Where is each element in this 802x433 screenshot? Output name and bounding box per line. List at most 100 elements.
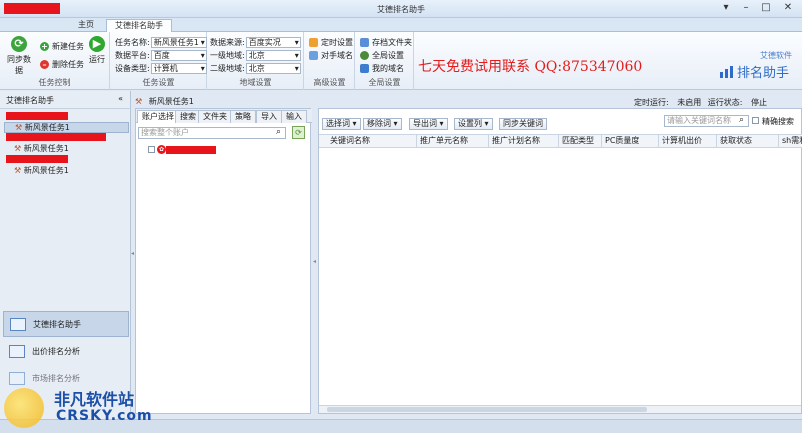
left-panel: 艾德排名助手 « ⚒ 新风景任务1 ⚒ 新风景任务1 ⚒ 新风景任务1 艾德排名…: [0, 91, 131, 429]
tab-ranking-assistant[interactable]: 艾德排名助手: [106, 19, 172, 33]
left-panel-title: 艾德排名助手: [6, 96, 54, 105]
run-button[interactable]: ▶ 运行: [86, 36, 108, 65]
splitter-handle[interactable]: ◂: [313, 258, 316, 265]
redacted-account: [166, 146, 216, 154]
horizontal-scrollbar[interactable]: [319, 405, 801, 413]
timer-settings-button[interactable]: 定时设置: [309, 37, 353, 48]
nav-ranking-assistant[interactable]: 艾德排名助手: [3, 311, 129, 337]
column-header[interactable]: sh需利: [779, 135, 802, 147]
menu-dropdown-button[interactable]: ▾: [716, 2, 736, 15]
data-source-label: 数据来源:: [210, 38, 245, 47]
tab-folder[interactable]: 文件夹: [198, 110, 232, 123]
global-settings-button[interactable]: 全局设置: [360, 50, 404, 61]
gear-icon: [360, 51, 369, 60]
nav-label: 出价排名分析: [32, 346, 80, 356]
bar-chart-icon: [720, 65, 733, 78]
play-icon: ▶: [89, 36, 105, 52]
app-title: 艾德排名助手: [377, 5, 425, 14]
tree-item-label: 新风景任务1: [24, 123, 70, 132]
group-task-control: ⟳ 同步数据 + 新建任务 – 删除任务 ▶ 运行 任务控制: [0, 32, 110, 90]
keyword-panel: 选择词 ▾ 移除词 ▾ 导出词 ▾ 设置列 ▾ 同步关键词 请输入关键词名称 ⌕…: [318, 108, 802, 414]
delete-task-label: 删除任务: [52, 60, 84, 69]
tree-item-task[interactable]: ⚒ 新风景任务1: [14, 143, 69, 154]
refresh-button[interactable]: ⟳: [292, 126, 305, 139]
tab-home[interactable]: 主页: [70, 19, 102, 32]
data-source-select[interactable]: 百度实况: [245, 37, 301, 48]
account-checkbox[interactable]: [148, 146, 155, 153]
folder-label: 存档文件夹: [372, 38, 412, 47]
select-words-button[interactable]: 选择词 ▾: [322, 118, 361, 130]
nav-label: 艾德排名助手: [33, 319, 81, 329]
tree-item-task[interactable]: ⚒ 新风景任务1: [4, 122, 129, 133]
region2-select[interactable]: 北京: [245, 63, 301, 74]
task-name-field[interactable]: 新风景任务1: [150, 37, 207, 48]
nav-bid-analysis[interactable]: 出价排名分析: [3, 338, 129, 364]
run-status-label: 运行状态:: [707, 98, 743, 107]
brand-small: 艾德软件: [760, 51, 792, 60]
new-task-button[interactable]: + 新建任务: [40, 41, 84, 52]
maximize-button[interactable]: □: [756, 2, 776, 15]
task-name-label: 任务名称:: [115, 38, 150, 47]
exact-search-checkbox[interactable]: [752, 117, 759, 124]
run-status: 定时运行: 未启用 运行状态: 停止: [634, 97, 767, 108]
scrollbar-thumb[interactable]: [327, 407, 647, 412]
remove-words-button[interactable]: 移除词 ▾: [363, 118, 402, 130]
column-header[interactable]: 推广单元名称: [417, 135, 489, 147]
platform-select[interactable]: 百度: [150, 50, 207, 61]
account-search-input[interactable]: 搜索整个账户: [138, 127, 286, 139]
left-panel-header: 艾德排名助手 «: [0, 91, 131, 109]
account-panel: 账户选择 搜索 文件夹 策略 导入 输入 搜索整个账户 ⌕ ⟳ ✿: [135, 108, 312, 414]
chart-icon: [9, 344, 25, 358]
minimize-button[interactable]: –: [736, 2, 756, 15]
archive-folder-button[interactable]: 存档文件夹: [360, 37, 412, 48]
region1-select[interactable]: 北京: [245, 50, 301, 61]
close-button[interactable]: ✕: [778, 2, 798, 15]
competitor-domain-button[interactable]: 对手域名: [309, 50, 353, 61]
delete-task-button[interactable]: – 删除任务: [40, 59, 84, 70]
brand-logo: 排名助手: [720, 62, 789, 81]
breadcrumb: ⚒ 新风景任务1: [135, 96, 194, 107]
tab-import[interactable]: 导入: [256, 110, 282, 123]
column-header[interactable]: 计算机出价: [659, 135, 717, 147]
run-status-value: 停止: [751, 98, 768, 107]
sync-data-button[interactable]: ⟳ 同步数据: [4, 36, 34, 76]
set-columns-button[interactable]: 设置列 ▾: [454, 118, 493, 130]
column-header[interactable]: 关键词名称: [327, 135, 417, 147]
tab-account-select[interactable]: 账户选择: [137, 110, 179, 123]
group-region-settings: 数据来源: 百度实况 一级地域: 北京 二级地域: 北京 地域设置: [208, 32, 304, 90]
keyword-search-input[interactable]: 请输入关键词名称: [664, 115, 749, 127]
column-header[interactable]: 匹配类型: [559, 135, 602, 147]
refresh-icon: ⟳: [295, 128, 302, 137]
promo-text: 七天免费试用联系 QQ:875347060: [418, 59, 643, 75]
sync-label: 同步数据: [7, 55, 31, 75]
collapse-icon[interactable]: «: [118, 94, 123, 103]
splitter-handle[interactable]: ◂: [131, 250, 134, 257]
clock-icon: [309, 38, 318, 47]
group-caption: 地域设置: [239, 78, 272, 87]
tree-item-label: 新风景任务1: [23, 166, 69, 175]
export-words-button[interactable]: 导出词 ▾: [409, 118, 448, 130]
watermark-text-cn: 非凡软件站: [54, 390, 135, 409]
column-header[interactable]: 获取状态: [717, 135, 779, 147]
region1-label: 一级地域:: [210, 51, 245, 60]
hammer-icon: ⚒: [135, 97, 143, 106]
redacted-account: [6, 133, 106, 141]
column-header[interactable]: PC质量度: [602, 135, 659, 147]
device-select[interactable]: 计算机: [150, 63, 207, 74]
group-caption: 任务控制: [38, 78, 71, 87]
title-bar: 艾德排名助手 ▾ – □ ✕: [0, 0, 802, 18]
monitor-chart-icon: [10, 317, 26, 331]
brand-text: 排名助手: [737, 66, 790, 81]
nav-label: 市场排名分析: [32, 373, 80, 383]
my-domain-button[interactable]: 我的域名: [360, 63, 404, 74]
calendar-icon: [9, 371, 25, 385]
column-header[interactable]: 推广计划名称: [489, 135, 559, 147]
sync-keywords-button[interactable]: 同步关键词: [499, 118, 547, 130]
mydomain-label: 我的域名: [372, 64, 404, 73]
tree-item-task[interactable]: ⚒ 新风景任务1: [14, 165, 69, 176]
tab-strategy[interactable]: 策略: [230, 110, 256, 123]
group-task-settings: 任务名称: 新风景任务1 数据平台: 百度 设备类型: 计算机 任务设置: [111, 32, 207, 90]
ribbon-tabs: 主页 艾德排名助手: [0, 18, 802, 33]
tab-input[interactable]: 输入: [281, 110, 307, 123]
account-icon: ✿: [157, 145, 166, 154]
